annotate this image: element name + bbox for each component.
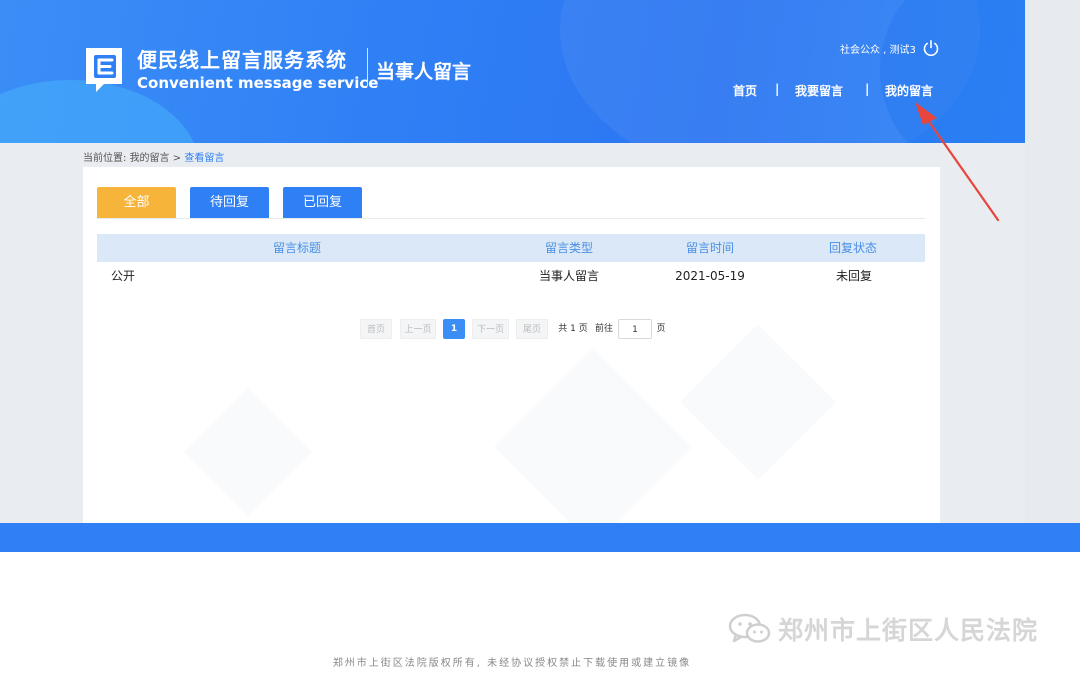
content-panel: 全部 待回复 已回复 留言标题 留言类型 留言时间 回复状态 公开 当事人留言 …	[83, 167, 940, 523]
table-header: 留言标题 留言类型 留言时间 回复状态	[97, 234, 925, 262]
message-logo-icon	[86, 48, 122, 92]
tab-replied[interactable]: 已回复	[283, 187, 362, 218]
nav-leave-message[interactable]: 我要留言	[795, 82, 843, 99]
pager-last-button[interactable]: 尾页	[516, 319, 548, 339]
row-time: 2021-05-19	[675, 269, 745, 283]
tab-pending[interactable]: 待回复	[190, 187, 269, 218]
nav-my-messages[interactable]: 我的留言	[885, 82, 933, 99]
copyright-text: 郑州市上街区法院版权所有, 未经协议授权禁止下载使用或建立镜像	[332, 658, 692, 669]
pager-prev-button[interactable]: 上一页	[400, 319, 436, 339]
column-header-title: 留言标题	[272, 241, 321, 255]
title-divider	[367, 48, 368, 86]
system-subtitle: Convenient message service	[137, 74, 379, 92]
annotation-arrow-icon	[915, 102, 1000, 222]
watermark: 郑州市上街区人民法院	[728, 612, 1038, 646]
right-margin	[1025, 0, 1080, 552]
nav-separator: |	[775, 82, 780, 96]
pager-next-button[interactable]: 下一页	[472, 319, 509, 339]
column-header-time: 留言时间	[685, 241, 734, 255]
pager-total: 共 1 页	[558, 324, 588, 334]
column-header-type: 留言类型	[544, 241, 593, 255]
watermark-text: 郑州市上街区人民法院	[778, 616, 1039, 645]
pager-unit: 页	[656, 324, 666, 334]
row-status: 未回复	[835, 269, 872, 283]
column-header-status: 回复状态	[828, 241, 877, 255]
row-type: 当事人留言	[538, 269, 599, 283]
footer-bar	[0, 523, 1080, 552]
header-banner: 便民线上留言服务系统 Convenient message service 当事…	[0, 0, 1025, 143]
pager-goto-label: 前往	[594, 324, 613, 334]
breadcrumb-parent[interactable]: 我的留言	[130, 153, 170, 164]
tab-divider	[97, 218, 925, 219]
tab-all[interactable]: 全部	[97, 187, 176, 218]
breadcrumb: 当前位置: 我的留言 > 查看留言	[83, 149, 224, 164]
wechat-icon	[728, 613, 771, 643]
nav-home[interactable]: 首页	[733, 82, 757, 99]
system-title: 便民线上留言服务系统	[137, 48, 347, 72]
pager-first-button[interactable]: 首页	[360, 319, 392, 339]
pager-goto-input[interactable]: 1	[618, 319, 652, 339]
user-name: 社会公众 , 测试3	[840, 45, 916, 56]
row-title[interactable]: 公开	[111, 266, 135, 286]
pager-current-page[interactable]: 1	[443, 319, 465, 339]
breadcrumb-prefix: 当前位置:	[83, 153, 127, 164]
breadcrumb-arrow: >	[172, 153, 182, 164]
nav-separator: |	[865, 82, 870, 96]
breadcrumb-current: 查看留言	[184, 153, 225, 164]
role-title: 当事人留言	[376, 61, 472, 83]
power-icon[interactable]	[922, 39, 940, 57]
